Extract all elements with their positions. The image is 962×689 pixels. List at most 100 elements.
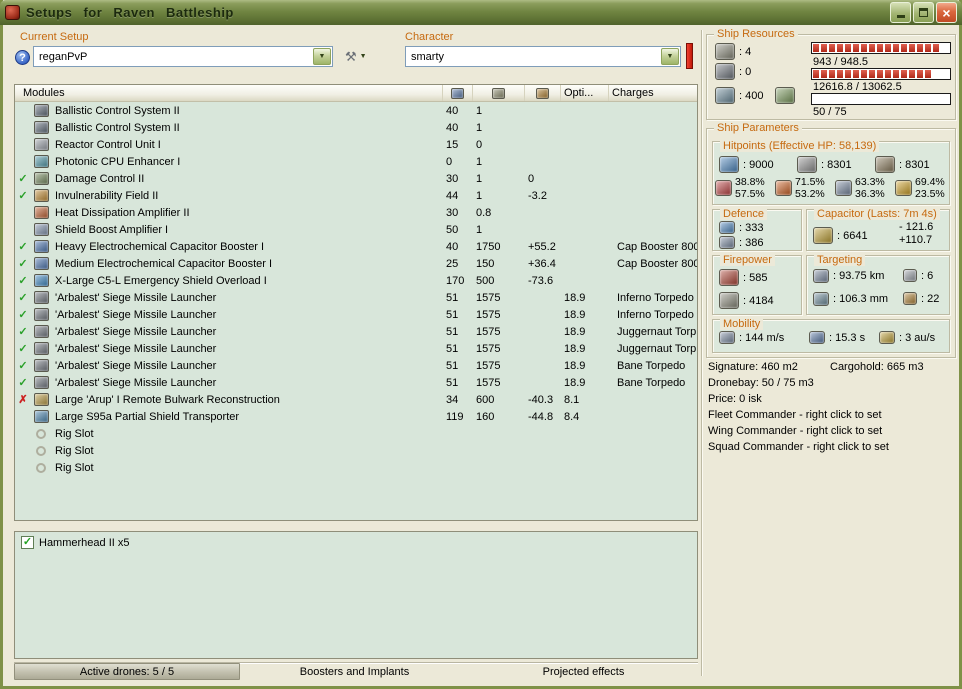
drone-list-item[interactable]: ✓ Hammerhead II x5 [15, 532, 697, 553]
charges-column-header[interactable]: Charges [609, 85, 697, 101]
module-icon [34, 325, 49, 338]
module-name: Large S95a Partial Shield Transporter [51, 411, 443, 423]
shield-boost-stat: : 333 [719, 221, 763, 234]
minimize-button[interactable] [890, 2, 911, 23]
character-status-indicator [686, 43, 693, 69]
module-row[interactable]: ✓Damage Control II3010 [15, 170, 697, 187]
fleet-commander-text[interactable]: Fleet Commander - right click to set [708, 409, 882, 421]
squad-commander-text[interactable]: Squad Commander - right click to set [708, 441, 889, 453]
module-powergrid-value: 150 [473, 258, 525, 270]
warp-speed-value: : 3 au/s [899, 332, 935, 344]
module-active-check-icon: ✓ [15, 240, 31, 253]
turret-slots-value: : 4 [739, 46, 751, 58]
module-cpu-value: 30 [443, 173, 473, 185]
module-offline-cross-icon: ✗ [15, 393, 31, 406]
setup-combo[interactable]: reganPvP ▼ [33, 46, 333, 67]
module-name: Rig Slot [51, 428, 443, 440]
module-cpu-value: 40 [443, 241, 473, 253]
cargohold-text: Cargohold: 665 m3 [830, 361, 924, 373]
tab-projected-effects[interactable]: Projected effects [469, 663, 698, 680]
module-row[interactable]: ✓Medium Electrochemical Capacitor Booste… [15, 255, 697, 272]
drone-label: Hammerhead II x5 [39, 537, 129, 549]
capacitor-amount-value: : 6641 [837, 230, 868, 242]
module-icon [34, 155, 49, 168]
volley-value: : 4184 [743, 295, 774, 307]
cpu-column-header[interactable] [443, 85, 473, 101]
setup-combo-value: reganPvP [34, 51, 312, 63]
module-row[interactable]: Ballistic Control System II401 [15, 119, 697, 136]
module-row[interactable]: ✗Large 'Arup' I Remote Bulwark Reconstru… [15, 391, 697, 408]
rig-slot-icon [36, 463, 46, 473]
thermal-resist-cell: 71.5%53.2% [775, 176, 833, 200]
maximize-button[interactable] [913, 2, 934, 23]
optimal-column-header[interactable]: Opti... [561, 85, 609, 101]
drone-checkbox[interactable]: ✓ [21, 536, 34, 549]
thermal-shield-resist-value: 71.5% [795, 176, 825, 188]
module-icon [34, 359, 49, 372]
targeting-range-stat: : 93.75 km [813, 269, 884, 283]
module-icon-cell [31, 376, 51, 389]
module-cpu-value: 51 [443, 377, 473, 389]
module-icon-cell [31, 121, 51, 134]
character-combo-arrow-icon[interactable]: ▼ [661, 48, 679, 65]
align-time-stat: : 15.3 s [809, 331, 865, 344]
modules-panel: Modules Opti... Charges Ballistic Contro… [14, 84, 698, 521]
character-combo-value: smarty [406, 51, 660, 63]
capacitor-group: Capacitor (Lasts: 7m 4s) : 6641 - 121.6 … [806, 209, 950, 251]
tab-boosters-implants[interactable]: Boosters and Implants [240, 663, 469, 680]
align-time-icon [809, 331, 825, 344]
capacitor-amount-stat: : 6641 [813, 227, 868, 244]
module-cpu-value: 51 [443, 360, 473, 372]
rig-slot-row[interactable]: Rig Slot [15, 442, 697, 459]
cpu-icon [451, 88, 464, 99]
module-cpu-value: 119 [443, 411, 473, 423]
module-row[interactable]: Reactor Control Unit I150 [15, 136, 697, 153]
module-cpu-value: 170 [443, 275, 473, 287]
character-combo[interactable]: smarty ▼ [405, 46, 681, 67]
titlebar[interactable]: Setups for Raven Battleship × [0, 0, 962, 25]
help-icon[interactable]: ? [15, 50, 30, 65]
module-row[interactable]: ✓'Arbalest' Siege Missile Launcher511575… [15, 306, 697, 323]
module-active-check-icon: ✓ [15, 342, 31, 355]
module-row[interactable]: ✓Invulnerability Field II441-3.2 [15, 187, 697, 204]
firepower-group: Firepower : 585 : 4184 [712, 255, 802, 315]
module-powergrid-value: 1575 [473, 343, 525, 355]
module-row[interactable]: ✓'Arbalest' Siege Missile Launcher511575… [15, 289, 697, 306]
module-row[interactable]: Large S95a Partial Shield Transporter119… [15, 408, 697, 425]
module-icon [34, 172, 49, 185]
armor-hp-stat: : 8301 [797, 156, 852, 173]
module-icon-cell [31, 325, 51, 338]
targeting-range-icon [813, 269, 829, 283]
setup-combo-arrow-icon[interactable]: ▼ [313, 48, 331, 65]
rig-slot-row[interactable]: Rig Slot [15, 459, 697, 476]
module-active-check-icon: ✓ [15, 274, 31, 287]
module-row[interactable]: ✓'Arbalest' Siege Missile Launcher511575… [15, 323, 697, 340]
module-row[interactable]: ✓X-Large C5-L Emergency Shield Overload … [15, 272, 697, 289]
module-row[interactable]: ✓'Arbalest' Siege Missile Launcher511575… [15, 340, 697, 357]
module-icon-cell [31, 291, 51, 304]
kinetic-shield-resist-value: 63.3% [855, 176, 885, 188]
scan-resolution-value: : 106.3 mm [833, 293, 888, 305]
module-row[interactable]: Photonic CPU Enhancer I01 [15, 153, 697, 170]
max-velocity-stat: : 144 m/s [719, 331, 784, 344]
module-name: 'Arbalest' Siege Missile Launcher [51, 292, 443, 304]
tab-active-drones[interactable]: Active drones: 5 / 5 [14, 663, 240, 680]
module-row[interactable]: Shield Boost Amplifier I501 [15, 221, 697, 238]
module-row[interactable]: ✓Heavy Electrochemical Capacitor Booster… [15, 238, 697, 255]
capacitor-column-header[interactable] [525, 85, 561, 101]
module-row[interactable]: ✓'Arbalest' Siege Missile Launcher511575… [15, 357, 697, 374]
wing-commander-text[interactable]: Wing Commander - right click to set [708, 425, 882, 437]
rig-slot-row[interactable]: Rig Slot [15, 425, 697, 442]
module-name: Ballistic Control System II [51, 105, 443, 117]
module-row[interactable]: ✓'Arbalest' Siege Missile Launcher511575… [15, 374, 697, 391]
module-row[interactable]: Heat Dissipation Amplifier II300.8 [15, 204, 697, 221]
modules-column-header[interactable]: Modules [15, 85, 443, 101]
close-icon: × [942, 6, 950, 20]
close-button[interactable]: × [936, 2, 957, 23]
module-row[interactable]: Ballistic Control System II401 [15, 102, 697, 119]
module-charge-value: Inferno Torpedo [609, 309, 697, 321]
powergrid-column-header[interactable] [473, 85, 525, 101]
module-icon [34, 206, 49, 219]
setup-tools-button[interactable]: ⚒ ▼ [341, 47, 371, 66]
thermal-resist-icon [775, 180, 792, 196]
